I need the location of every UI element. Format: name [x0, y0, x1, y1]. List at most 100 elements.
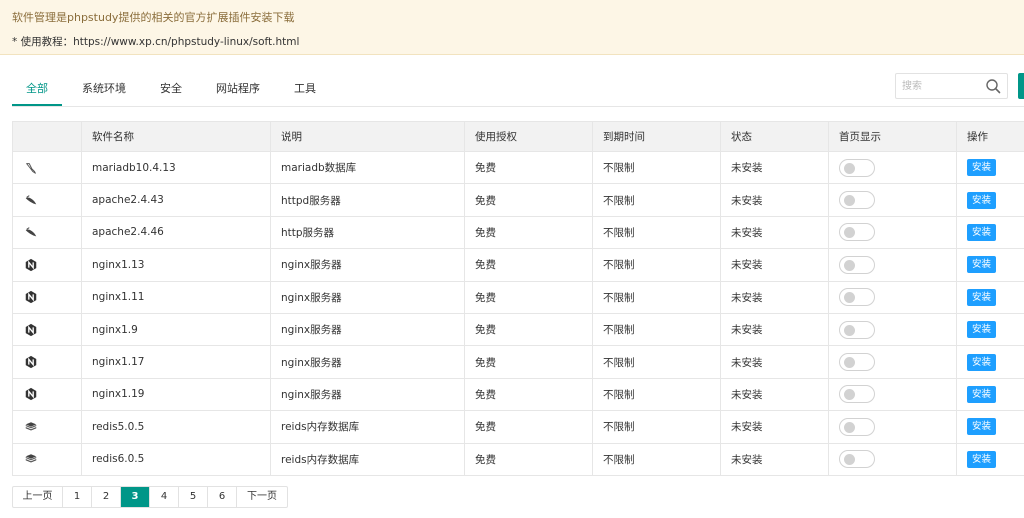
software-license: 免费 [464, 410, 593, 444]
software-license: 免费 [464, 150, 593, 185]
home-display-toggle[interactable] [839, 353, 875, 372]
software-name: nginx1.17 [81, 345, 271, 379]
page-button-2[interactable]: 2 [92, 487, 121, 507]
search-box [895, 73, 1008, 99]
home-display-toggle[interactable] [839, 223, 875, 242]
home-display-cell [828, 442, 957, 476]
software-description: nginx服务器 [270, 377, 465, 412]
software-status: 未安装 [720, 410, 829, 444]
software-license: 免费 [464, 215, 593, 250]
install-button[interactable]: 安装 [967, 321, 997, 339]
column-header-1: 软件名称 [81, 121, 271, 152]
software-name: nginx1.19 [81, 377, 271, 412]
software-description: reids内存数据库 [270, 442, 465, 476]
software-description: nginx服务器 [270, 248, 465, 282]
prev-page-button[interactable]: 上一页 [13, 487, 63, 507]
column-header-4: 到期时间 [592, 121, 721, 152]
software-icon-cell [12, 248, 82, 282]
page-button-3[interactable]: 3 [121, 487, 150, 507]
tab-4[interactable]: 工具 [280, 72, 330, 106]
tab-0[interactable]: 全部 [12, 72, 62, 106]
nginx-icon [24, 323, 81, 337]
software-description: mariadb数据库 [270, 150, 465, 185]
home-display-cell [828, 345, 957, 379]
software-icon-cell [12, 183, 82, 217]
tab-1[interactable]: 系统环境 [68, 72, 140, 106]
home-display-toggle[interactable] [839, 417, 875, 436]
install-button[interactable]: 安装 [967, 385, 997, 403]
search-input[interactable] [902, 78, 982, 95]
page-button-6[interactable]: 6 [208, 487, 237, 507]
toggle-knob [844, 454, 855, 466]
software-name: nginx1.13 [81, 248, 271, 282]
software-expire: 不限制 [592, 215, 721, 250]
software-name: nginx1.11 [81, 280, 271, 314]
notice-tutorial-link[interactable]: * 使用教程：https://www.xp.cn/phpstudy-linux/… [12, 34, 299, 49]
table-row: mariadb10.4.13 mariadb数据库 免费 不限制 未安装 安装 [12, 150, 1024, 185]
table-row: apache2.4.43 httpd服务器 免费 不限制 未安装 安装 [12, 183, 1024, 217]
action-cell: 安装 [956, 442, 1024, 476]
software-expire: 不限制 [592, 312, 721, 347]
action-cell: 安装 [956, 280, 1024, 314]
toggle-knob [844, 324, 855, 336]
action-cell: 安装 [956, 312, 1024, 347]
table-row: nginx1.17 nginx服务器 免费 不限制 未安装 安装 [12, 345, 1024, 379]
home-display-cell [828, 248, 957, 282]
add-button-edge[interactable] [1018, 73, 1024, 99]
tab-2[interactable]: 安全 [146, 72, 196, 106]
redis-icon [24, 420, 81, 434]
next-page-button[interactable]: 下一页 [237, 487, 287, 507]
table-row: apache2.4.46 http服务器 免费 不限制 未安装 安装 [12, 215, 1024, 250]
software-license: 免费 [464, 377, 593, 412]
home-display-toggle[interactable] [839, 288, 875, 307]
software-icon-cell [12, 442, 82, 476]
software-status: 未安装 [720, 248, 829, 282]
home-display-cell [828, 410, 957, 444]
action-cell: 安装 [956, 150, 1024, 185]
page-button-5[interactable]: 5 [179, 487, 208, 507]
nginx-icon [24, 387, 81, 401]
install-button[interactable]: 安装 [967, 288, 997, 306]
table-row: nginx1.19 nginx服务器 免费 不限制 未安装 安装 [12, 377, 1024, 412]
notice-banner: 软件管理是phpstudy提供的相关的官方扩展插件安装下载 * 使用教程：htt… [0, 0, 1024, 55]
software-license: 免费 [464, 312, 593, 347]
home-display-toggle[interactable] [839, 385, 875, 404]
home-display-toggle[interactable] [839, 158, 875, 177]
software-license: 免费 [464, 183, 593, 217]
apache-icon [24, 225, 81, 239]
software-status: 未安装 [720, 280, 829, 314]
install-button[interactable]: 安装 [967, 223, 997, 241]
home-display-cell [828, 280, 957, 314]
install-button[interactable]: 安装 [967, 450, 997, 468]
table-row: nginx1.11 nginx服务器 免费 不限制 未安装 安装 [12, 280, 1024, 314]
software-expire: 不限制 [592, 150, 721, 185]
install-button[interactable]: 安装 [967, 191, 997, 209]
install-button[interactable]: 安装 [967, 159, 997, 177]
software-license: 免费 [464, 345, 593, 379]
home-display-cell [828, 183, 957, 217]
nginx-icon [24, 258, 81, 272]
page-button-1[interactable]: 1 [63, 487, 92, 507]
tab-3[interactable]: 网站程序 [202, 72, 274, 106]
install-button[interactable]: 安装 [967, 256, 997, 274]
column-header-0 [12, 121, 82, 152]
table-row: redis6.0.5 reids内存数据库 免费 不限制 未安装 安装 [12, 442, 1024, 476]
page-button-4[interactable]: 4 [150, 487, 179, 507]
install-button[interactable]: 安装 [967, 418, 997, 436]
software-description: http服务器 [270, 215, 465, 250]
home-display-toggle[interactable] [839, 450, 875, 469]
category-tabs: 全部 系统环境 安全 网站程序 工具 [12, 72, 330, 106]
home-display-toggle[interactable] [839, 320, 875, 339]
home-display-toggle[interactable] [839, 255, 875, 274]
apache-icon [24, 193, 81, 207]
software-name: redis5.0.5 [81, 410, 271, 444]
software-description: httpd服务器 [270, 183, 465, 217]
column-header-7: 操作 [956, 121, 1024, 152]
home-display-toggle[interactable] [839, 191, 875, 210]
software-status: 未安装 [720, 183, 829, 217]
action-cell: 安装 [956, 215, 1024, 250]
software-icon-cell [12, 377, 82, 412]
search-icon[interactable] [985, 78, 1001, 94]
software-name: mariadb10.4.13 [81, 150, 271, 185]
install-button[interactable]: 安装 [967, 353, 997, 371]
